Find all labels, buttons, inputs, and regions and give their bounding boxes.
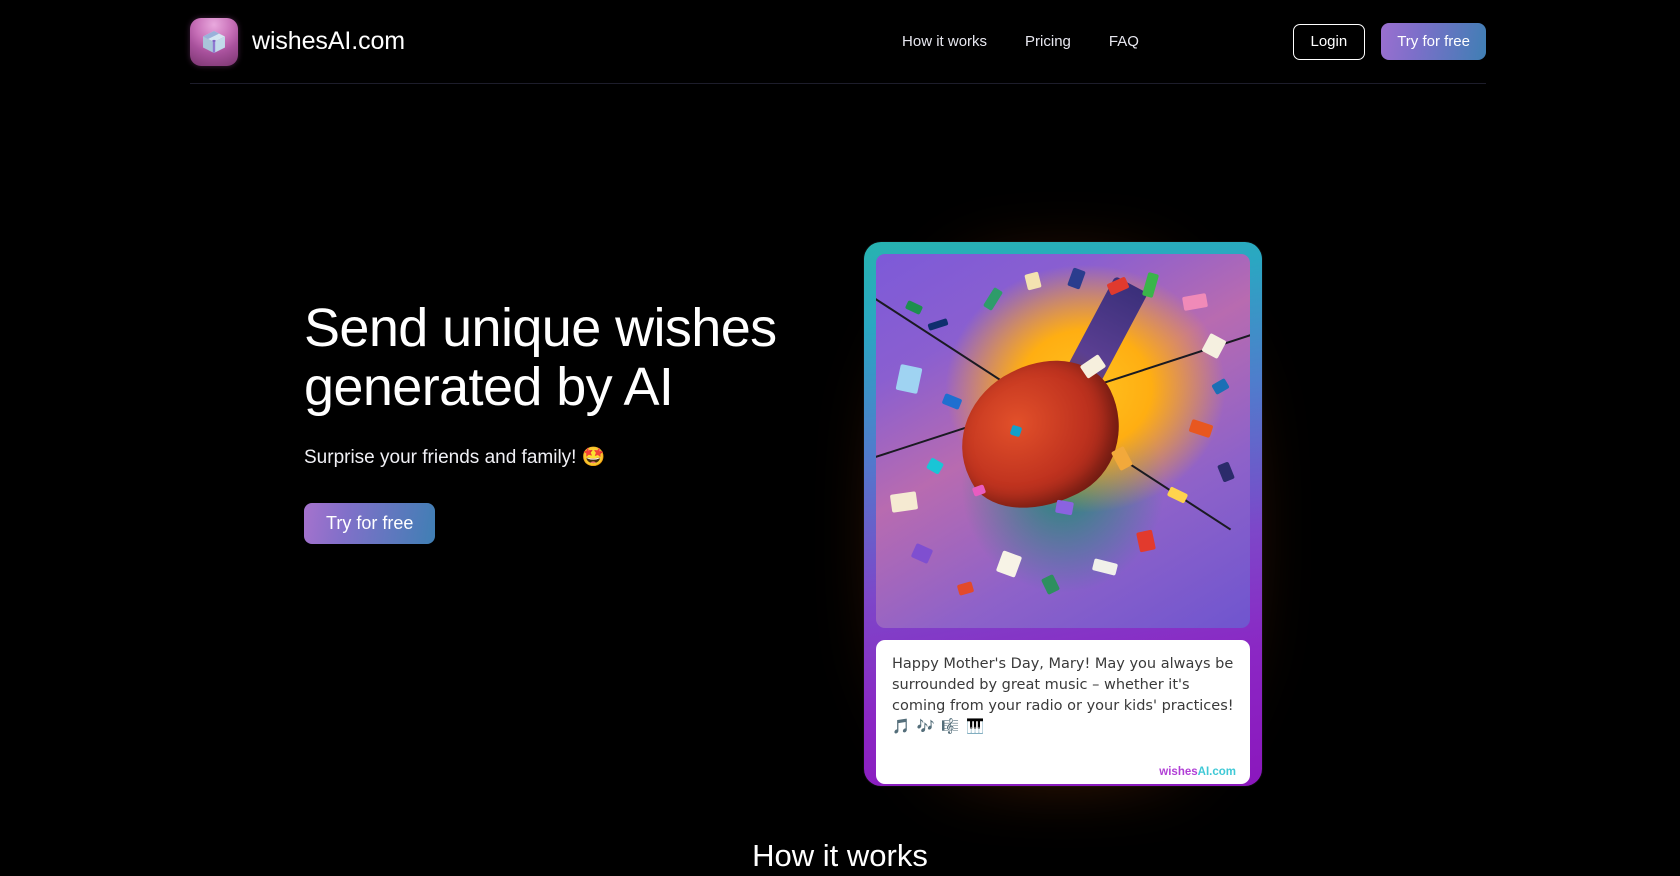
hero-section: Send unique wishes generated by AI Surpr… (0, 84, 1680, 824)
hero-copy: Send unique wishes generated by AI Surpr… (304, 299, 824, 544)
hero-subtitle: Surprise your friends and family! 🤩 (304, 447, 606, 468)
confetti-piece (927, 318, 949, 332)
gift-box-icon (190, 17, 238, 66)
nav-item-faq[interactable]: FAQ (1109, 33, 1139, 50)
message-emojis: 🎵 🎶 🎼 🎹 (892, 719, 986, 735)
main-nav: How it works Pricing FAQ (902, 33, 1139, 50)
confetti-piece (889, 491, 919, 514)
header-try-for-free-button[interactable]: Try for free (1381, 23, 1486, 60)
confetti-piece (1142, 271, 1160, 298)
watermark-part-1: wishes (1159, 766, 1198, 778)
wish-card-preview: Happy Mother's Day, Mary! May you always… (864, 242, 1262, 786)
confetti-piece (904, 299, 924, 315)
wish-card-message-text: Happy Mother's Day, Mary! May you always… (892, 654, 1234, 738)
hero-try-for-free-button[interactable]: Try for free (304, 503, 436, 544)
how-it-works-section-title: How it works (752, 838, 928, 873)
confetti-piece (1041, 573, 1061, 595)
landing-page: wishesAI.com How it works Pricing FAQ Lo… (0, 0, 1680, 876)
nav-item-pricing[interactable]: Pricing (1025, 33, 1071, 50)
confetti-piece (1217, 461, 1236, 484)
message-line-3: your radio or your kids' practices! (988, 698, 1234, 714)
confetti-piece (1188, 419, 1214, 439)
wish-card-message: Happy Mother's Day, Mary! May you always… (876, 640, 1250, 784)
confetti-piece (941, 393, 963, 411)
card-watermark: wishesAI.com (1159, 766, 1236, 778)
hero-title: Send unique wishes generated by AI (304, 299, 824, 417)
message-line-1: Happy Mother's Day, Mary! May you always… (892, 656, 1234, 672)
watermark-part-2: AI.com (1197, 766, 1236, 778)
login-button[interactable]: Login (1292, 23, 1366, 60)
hero-title-line-1: Send unique wishes (304, 298, 777, 358)
confetti-piece (895, 364, 923, 395)
illustration-layer (876, 254, 1250, 628)
brand-logo-link[interactable]: wishesAI.com (190, 17, 406, 66)
confetti-piece (926, 456, 945, 475)
site-header: wishesAI.com How it works Pricing FAQ Lo… (190, 0, 1486, 84)
brand-name: wishesAI.com (252, 27, 406, 55)
confetti-piece (1181, 293, 1208, 312)
confetti-piece (1054, 499, 1074, 516)
confetti-piece (1135, 529, 1156, 553)
gift-box-glyph (203, 31, 225, 54)
hero-title-line-2: generated by AI (304, 357, 674, 417)
confetti-piece (1111, 446, 1134, 472)
confetti-piece (983, 286, 1004, 311)
illustration-instrument-body (936, 337, 1145, 534)
header-actions: Login Try for free (1292, 23, 1486, 60)
confetti-piece (996, 550, 1023, 578)
confetti-piece (1210, 378, 1230, 396)
confetti-piece (1166, 485, 1188, 504)
confetti-piece (957, 581, 975, 596)
confetti-piece (911, 542, 934, 564)
confetti-piece (1023, 271, 1042, 291)
confetti-piece (1067, 267, 1087, 290)
confetti-piece (1091, 557, 1119, 576)
wish-card-illustration (876, 254, 1250, 628)
nav-item-how-it-works[interactable]: How it works (902, 33, 987, 50)
confetti-piece (1201, 333, 1227, 360)
